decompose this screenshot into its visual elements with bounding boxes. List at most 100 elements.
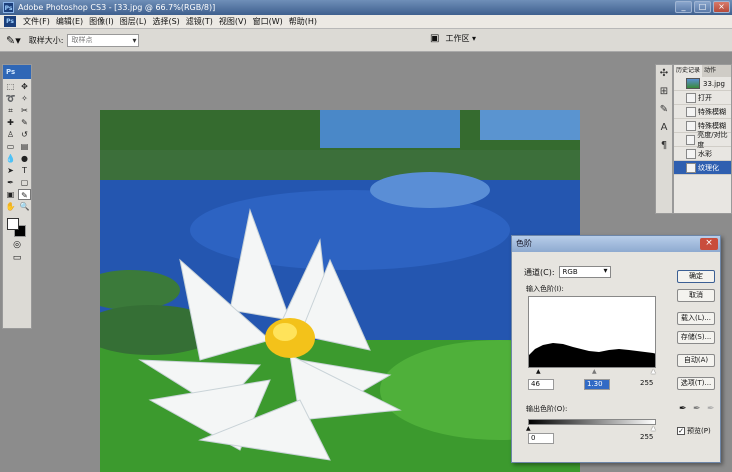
output-white-slider[interactable]: ▲ xyxy=(651,426,656,432)
output-gradient-bar xyxy=(528,419,656,425)
paragraph-panel-icon[interactable]: ¶ xyxy=(656,137,672,155)
menu-select[interactable]: 选择(S) xyxy=(149,16,182,27)
history-item-selected[interactable]: 纹理化 xyxy=(674,161,731,175)
tab-actions[interactable]: 动作 xyxy=(702,65,718,77)
ok-button[interactable]: 确定 xyxy=(677,270,715,283)
menu-file[interactable]: 文件(F) xyxy=(20,16,53,27)
eyedropper-tool-icon[interactable]: ✎ xyxy=(18,189,31,200)
magic-wand-tool-icon[interactable]: ✧ xyxy=(18,93,31,104)
history-item-label: 亮度/对比度 xyxy=(697,130,728,149)
character-panel-icon[interactable]: A xyxy=(656,119,672,137)
history-state-icon xyxy=(686,106,696,117)
history-state-icon xyxy=(686,162,696,173)
input-black-field[interactable]: 46 xyxy=(528,379,554,390)
maximize-icon[interactable]: □ xyxy=(694,1,711,13)
shape-tool-icon[interactable]: ▢ xyxy=(18,177,31,188)
output-white-field[interactable]: 255 xyxy=(638,433,656,444)
preview-checkbox[interactable]: ✓ xyxy=(677,427,685,435)
workspace-area: ▣ 工作区 ▾ xyxy=(430,33,476,44)
healing-brush-tool-icon[interactable]: ✚ xyxy=(4,117,17,128)
tab-history[interactable]: 历史记录 xyxy=(674,65,703,77)
channel-label: 通道(C): xyxy=(524,267,555,277)
input-gamma-slider[interactable]: ▲ xyxy=(592,369,597,375)
options-button[interactable]: 选项(T)... xyxy=(677,377,715,390)
dialog-title: 色阶 xyxy=(512,236,720,252)
crop-tool-icon[interactable]: ⌗ xyxy=(4,105,17,116)
input-black-slider[interactable]: ▲ xyxy=(536,369,541,375)
move-tool-icon[interactable]: ✥ xyxy=(18,81,31,92)
menu-view[interactable]: 视图(V) xyxy=(216,16,250,27)
cancel-button[interactable]: 取消 xyxy=(677,289,715,302)
history-item[interactable]: 特殊模糊 xyxy=(674,105,731,119)
preview-row: ✓ 预览(P) xyxy=(677,426,711,436)
photoshop-app-icon: Ps xyxy=(3,2,14,13)
black-eyedropper-icon[interactable]: ✒ xyxy=(679,404,687,414)
history-item-label: 纹理化 xyxy=(698,163,719,172)
document-canvas[interactable] xyxy=(100,110,580,472)
channel-row: 通道(C): RGB xyxy=(524,266,611,278)
history-item[interactable]: 亮度/对比度 xyxy=(674,130,731,149)
navigator-panel-icon[interactable]: ✣ xyxy=(656,65,672,83)
marquee-tool-icon[interactable]: ⬚ xyxy=(4,81,17,92)
load-button[interactable]: 载入(L)... xyxy=(677,312,715,325)
brush-tool-icon[interactable]: ✎ xyxy=(18,117,31,128)
snapshot-thumbnail xyxy=(686,78,700,89)
lasso-tool-icon[interactable]: ➰ xyxy=(4,93,17,104)
foreground-color-swatch[interactable] xyxy=(7,218,19,230)
screen-mode-icon[interactable]: ▭ xyxy=(3,253,31,263)
history-state-icon xyxy=(686,134,696,145)
history-brush-tool-icon[interactable]: ↺ xyxy=(18,129,31,140)
history-item[interactable]: 打开 xyxy=(674,91,731,105)
history-snapshot[interactable]: 33.jpg xyxy=(674,77,731,91)
levels-dialog: 色阶 × 通道(C): RGB 输入色阶(I): ▲ ▲ ▲ 46 1.30 2… xyxy=(511,235,721,463)
input-gamma-field[interactable]: 1.30 xyxy=(584,379,610,390)
sample-size-select[interactable]: 取样点 xyxy=(67,33,140,47)
zoom-tool-icon[interactable]: 🔍 xyxy=(18,201,31,212)
workspace-menu[interactable]: 工作区 ▾ xyxy=(445,33,476,44)
type-tool-icon[interactable]: T xyxy=(18,165,31,176)
input-white-slider[interactable]: ▲ xyxy=(651,369,656,375)
slice-tool-icon[interactable]: ✂ xyxy=(18,105,31,116)
options-bar: ✎▾ 取样大小: 取样点 ▣ 工作区 ▾ xyxy=(0,29,732,52)
history-state-icon xyxy=(686,120,696,131)
sample-size-label: 取样大小: xyxy=(28,35,64,45)
menu-help[interactable]: 帮助(H) xyxy=(286,16,320,27)
menu-filter[interactable]: 滤镜(T) xyxy=(183,16,216,27)
quick-mask-icon[interactable]: ◎ xyxy=(3,240,31,250)
save-button[interactable]: 存储(S)... xyxy=(677,331,715,344)
blur-tool-icon[interactable]: 💧 xyxy=(4,153,17,164)
output-levels-label: 输出色阶(O): xyxy=(526,405,568,413)
menu-window[interactable]: 窗口(W) xyxy=(250,16,286,27)
output-black-slider[interactable]: ▲ xyxy=(526,426,531,432)
history-panel: 历史记录 动作 33.jpg 打开 特殊模糊 特殊模糊 亮度/对比度 水彩 纹理… xyxy=(673,64,732,214)
brushes-panel-icon[interactable]: ✎ xyxy=(656,101,672,119)
path-selection-tool-icon[interactable]: ➤ xyxy=(4,165,17,176)
eraser-tool-icon[interactable]: ▭ xyxy=(4,141,17,152)
input-levels-label: 输入色阶(I): xyxy=(526,285,564,293)
palette-well-icon[interactable]: ▣ xyxy=(430,33,439,44)
channel-select[interactable]: RGB xyxy=(558,266,611,278)
clone-stamp-tool-icon[interactable]: ♙ xyxy=(4,129,17,140)
preview-label: 预览(P) xyxy=(687,427,711,435)
dialog-close-icon[interactable]: × xyxy=(700,238,718,250)
gray-eyedropper-icon[interactable]: ✒ xyxy=(693,404,701,414)
layers-panel-icon[interactable]: ⊞ xyxy=(656,83,672,101)
history-panel-tabs: 历史记录 动作 xyxy=(674,65,731,77)
toolbox-ps-badge: Ps xyxy=(3,65,31,79)
eyedropper-tool-preset-icon[interactable]: ✎▾ xyxy=(6,34,21,47)
white-eyedropper-icon[interactable]: ✒ xyxy=(707,404,715,414)
menu-edit[interactable]: 编辑(E) xyxy=(53,16,86,27)
notes-tool-icon[interactable]: ▣ xyxy=(4,189,17,200)
input-white-field[interactable]: 255 xyxy=(638,379,656,390)
menu-layer[interactable]: 图层(L) xyxy=(117,16,150,27)
dodge-tool-icon[interactable]: ● xyxy=(18,153,31,164)
minimize-icon[interactable]: _ xyxy=(675,1,692,13)
pen-tool-icon[interactable]: ✒ xyxy=(4,177,17,188)
close-icon[interactable]: × xyxy=(713,1,730,13)
auto-button[interactable]: 自动(A) xyxy=(677,354,715,367)
hand-tool-icon[interactable]: ✋ xyxy=(4,201,17,212)
photoshop-logo: Ps xyxy=(4,16,16,27)
menu-image[interactable]: 图像(I) xyxy=(86,16,117,27)
gradient-tool-icon[interactable]: ▤ xyxy=(18,141,31,152)
output-black-field[interactable]: 0 xyxy=(528,433,554,444)
